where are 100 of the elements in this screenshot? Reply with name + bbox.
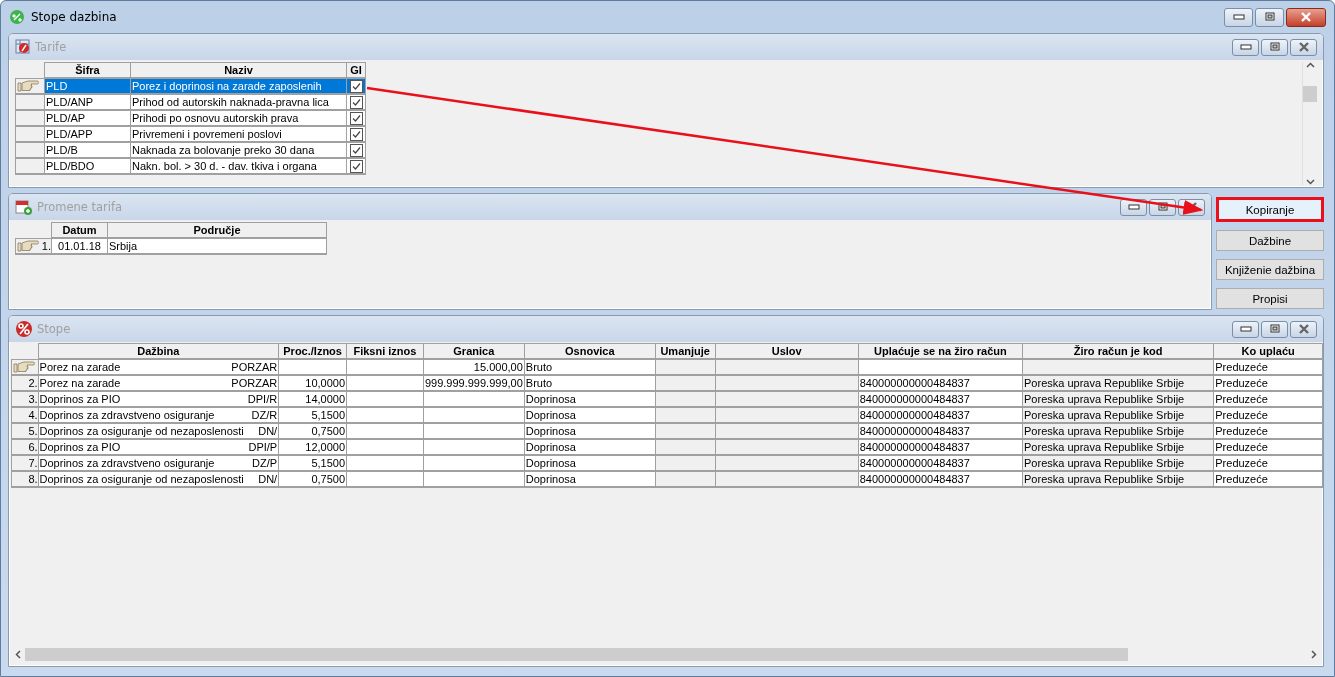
row-number: 1. (41, 239, 51, 252)
tax-code: DPI/R (247, 393, 278, 405)
table-row[interactable]: PLD/B Naknada za bolovanje preko 30 dana (15, 142, 366, 158)
column-header[interactable]: Granica (423, 343, 525, 359)
tax-name: Doprinos za PIO (39, 441, 121, 453)
scrollbar-thumb[interactable] (1303, 85, 1317, 102)
table-row[interactable]: 3. Doprinos za PIO DPI/R 14,0000 Doprinosa 840000000000484837 Poreska uprava Republike Srbije Preduzeće (11, 391, 1323, 407)
table-row[interactable]: 2. Porez na zarade PORZAR 10,0000 999.999.999.999,00 Bruto 840000000000484837 Poreska uprava Republike Srbije Preduzeće (11, 375, 1323, 391)
table-row[interactable]: PLD/AP Prihodi po osnovu autorskih prava (15, 110, 366, 126)
tax-code: DZ/P (252, 457, 278, 469)
tax-name: Doprinos za osiguranje od nezaposlenosti (39, 473, 244, 485)
row-number: 7. (28, 457, 38, 469)
column-header[interactable]: Ko uplaću (1213, 343, 1323, 359)
column-header[interactable]: Područje (107, 222, 327, 238)
column-header[interactable]: Dažbina (38, 343, 279, 359)
minimize-button[interactable] (1224, 7, 1253, 27)
percent-icon (15, 320, 33, 338)
tax-code: DN/ (258, 425, 278, 437)
scroll-down-icon[interactable] (1305, 179, 1315, 185)
restore-icon (1268, 324, 1281, 334)
column-header[interactable]: Žiro račun je kod (1022, 343, 1214, 359)
column-header[interactable]: Uplaćuje se na žiro račun (858, 343, 1023, 359)
restore-icon (1263, 12, 1276, 22)
panel-title: Tarife (35, 40, 67, 54)
row-number: 8. (28, 473, 38, 485)
panel-title: Promene tarifa (37, 200, 123, 214)
tax-code: PORZAR (231, 361, 278, 373)
tax-name: Doprinos za PIO (39, 393, 121, 405)
table-row[interactable]: 8. Doprinos za osiguranje od nezaposlenosti DN/ 0,7500 Doprinosa 840000000000484837 Poreska uprava Republike Srbije Preduzeće (11, 471, 1323, 487)
table-row[interactable]: PLD/APP Privremeni i povremeni poslovi (15, 126, 366, 142)
close-icon (1299, 12, 1313, 22)
table-percent-icon (15, 39, 31, 55)
checkbox[interactable] (349, 127, 363, 140)
pointing-hand-icon (17, 239, 39, 252)
minimize-icon (1232, 14, 1245, 20)
scrollbar-thumb[interactable] (25, 648, 1128, 661)
tax-code: DZ/R (251, 409, 278, 421)
close-button[interactable] (1286, 7, 1326, 27)
close-button[interactable] (1290, 320, 1317, 338)
row-number: 2. (28, 377, 38, 389)
restore-button[interactable] (1261, 320, 1288, 338)
tax-name: Porez na zarade (39, 377, 121, 389)
close-icon (1296, 324, 1311, 334)
restore-icon (1156, 202, 1169, 212)
checkbox[interactable] (349, 159, 363, 172)
action-button[interactable]: Propisi (1216, 288, 1324, 309)
table-row[interactable]: Porez na zarade PORZAR 15.000,00 Bruto Preduzeće (11, 359, 1323, 375)
row-number: 6. (28, 441, 38, 453)
row-number: 5. (28, 425, 38, 437)
minimize-icon (1239, 326, 1252, 332)
table-row[interactable]: 7. Doprinos za zdravstveno osiguranje DZ/P 5,1500 Doprinosa 840000000000484837 Poreska uprava Republike Srbije Preduzeće (11, 455, 1323, 471)
tax-name: Doprinos za zdravstveno osiguranje (39, 409, 215, 421)
restore-icon (1268, 42, 1281, 52)
minimize-button[interactable] (1232, 320, 1259, 338)
checkbox[interactable] (349, 79, 363, 92)
pointing-hand-icon (13, 360, 35, 373)
table-row[interactable]: 4. Doprinos za zdravstveno osiguranje DZ/R 5,1500 Doprinosa 840000000000484837 Poreska uprava Republike Srbije Preduzeće (11, 407, 1323, 423)
tax-name: Porez na zarade (39, 361, 121, 373)
minimize-icon (1127, 204, 1140, 210)
window-title: Stope dazbina (31, 10, 117, 24)
action-button[interactable]: Dažbine (1216, 230, 1324, 251)
scroll-left-icon[interactable] (15, 650, 21, 659)
vertical-scrollbar[interactable] (1302, 62, 1317, 185)
scroll-right-icon[interactable] (1311, 650, 1317, 659)
table-row[interactable]: PLD/ANP Prihod od autorskih naknada-pravna lica (15, 94, 366, 110)
checkbox[interactable] (349, 111, 363, 124)
column-header[interactable]: Šifra (44, 62, 131, 78)
action-button[interactable]: Kopiranje (1216, 197, 1324, 222)
row-number: 3. (28, 393, 38, 405)
table-row[interactable]: 6. Doprinos za PIO DPI/P 12,0000 Doprinosa 840000000000484837 Poreska uprava Republike Srbije Preduzeće (11, 439, 1323, 455)
minimize-icon (1239, 44, 1252, 50)
checkbox[interactable] (349, 143, 363, 156)
panel-title: Stope (37, 322, 71, 336)
column-header[interactable]: Datum (51, 222, 108, 238)
column-header[interactable]: Osnovica (524, 343, 656, 359)
column-header[interactable]: Naziv (130, 62, 347, 78)
app-icon (9, 9, 25, 25)
table-row[interactable]: 1. 01.01.18 Srbija (15, 238, 327, 254)
action-button[interactable]: Knjiženie dažbina (1216, 259, 1324, 280)
tax-name: Doprinos za osiguranje od nezaposlenosti (39, 425, 244, 437)
table-row[interactable]: 5. Doprinos za osiguranje od nezaposlenosti DN/ 0,7500 Doprinosa 840000000000484837 Poreska uprava Republike Srbije Preduzeće (11, 423, 1323, 439)
table-row[interactable]: PLD/BDO Nakn. bol. > 30 d. - dav. tkiva i organa (15, 158, 366, 174)
table-row[interactable]: PLD Porez i doprinosi na zarade zaposlenih (15, 78, 366, 94)
column-header[interactable]: Uslov (715, 343, 859, 359)
tax-name: Doprinos za zdravstveno osiguranje (39, 457, 215, 469)
column-header[interactable]: Proc./Iznos (278, 343, 347, 359)
tax-code: DPI/P (248, 441, 278, 453)
column-header[interactable]: Umanjuje (655, 343, 716, 359)
tax-code: PORZAR (231, 377, 278, 389)
row-number: 4. (28, 409, 38, 421)
minimize-button[interactable] (1232, 38, 1259, 56)
scroll-up-icon[interactable] (1305, 62, 1315, 68)
restore-button[interactable] (1261, 38, 1288, 56)
restore-button[interactable] (1255, 7, 1284, 27)
close-button[interactable] (1290, 38, 1317, 56)
checkbox[interactable] (349, 95, 363, 108)
calendar-icon (15, 199, 33, 215)
tax-code: DN/ (258, 473, 278, 485)
column-header[interactable]: Fiksni iznos (346, 343, 424, 359)
close-icon (1296, 42, 1311, 52)
